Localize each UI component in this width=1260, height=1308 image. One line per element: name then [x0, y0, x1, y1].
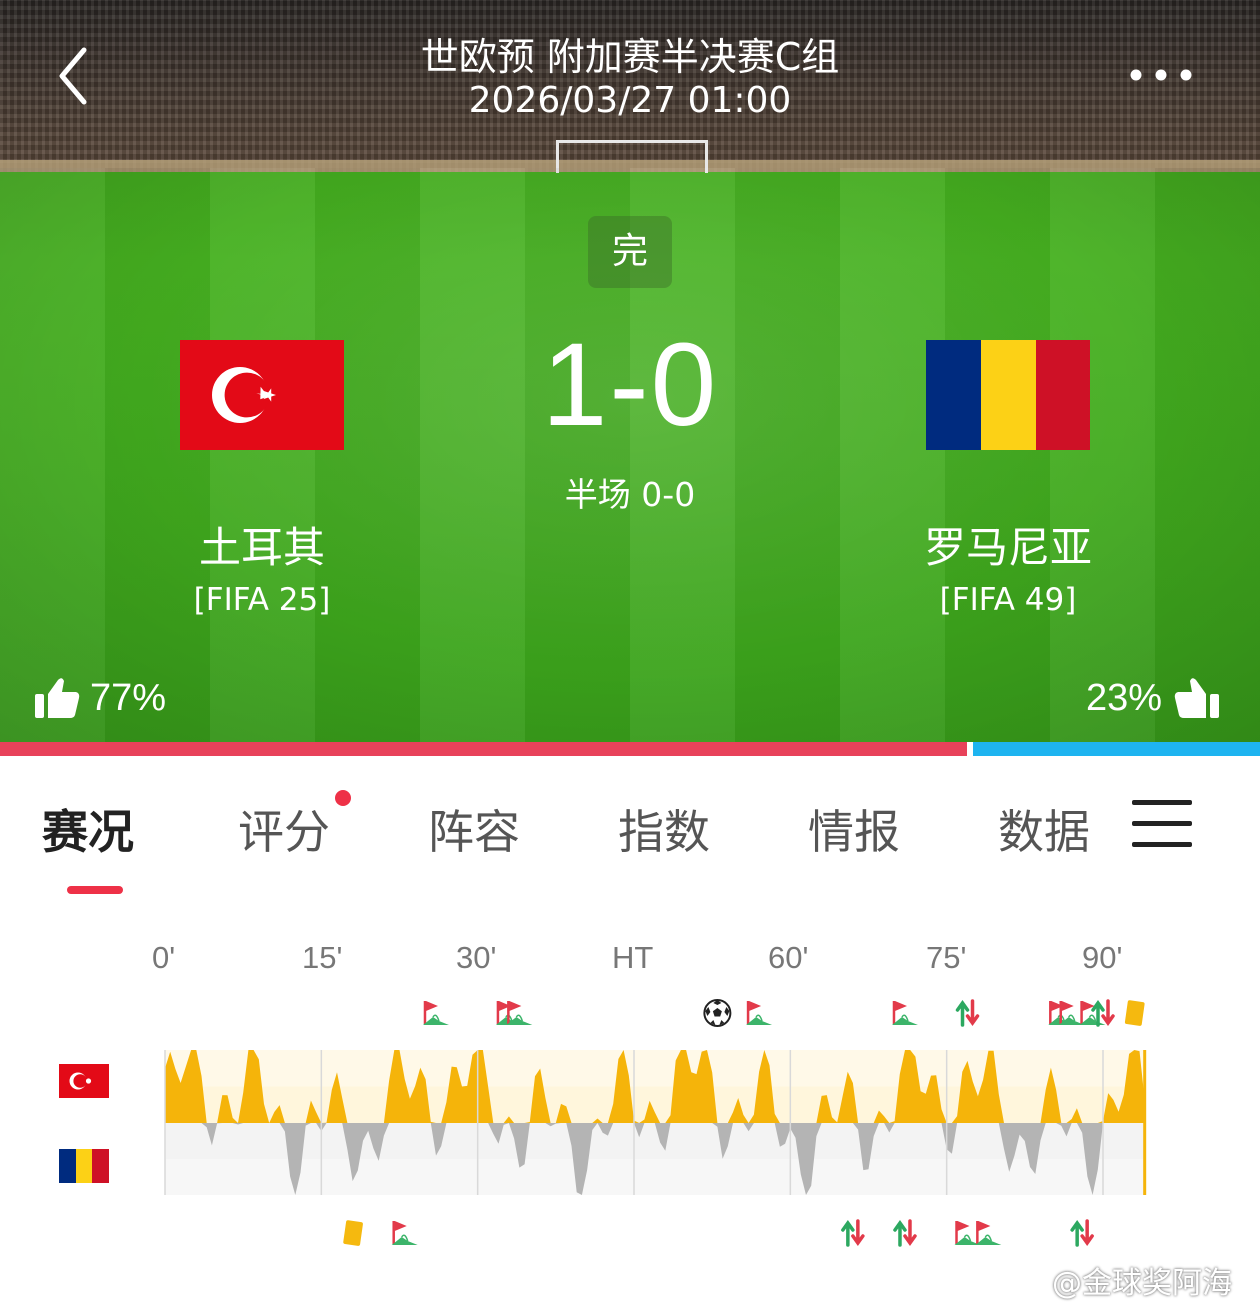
tick-label: 60': [768, 940, 809, 975]
chevron-left-icon: [59, 47, 87, 105]
tick-label: 90': [1082, 940, 1123, 975]
corner-icon[interactable]: [390, 1219, 419, 1247]
more-dots-icon: [1130, 69, 1192, 81]
watermark: @金球奖阿海: [1004, 1258, 1232, 1302]
thumbs-up-icon: [1174, 678, 1220, 718]
tab-lineup[interactable]: 阵容: [428, 796, 520, 862]
tab-odds[interactable]: 指数: [618, 796, 710, 862]
home-team-name[interactable]: 土耳其: [112, 514, 412, 575]
momentum-timeline[interactable]: [0, 990, 1260, 1250]
halftime-score: 半场 0-0: [564, 475, 696, 514]
tick-label: 15': [302, 940, 343, 975]
more-button[interactable]: [1126, 60, 1196, 90]
romania-flag-icon: [926, 340, 1090, 450]
substitution-icon[interactable]: [955, 999, 980, 1027]
status-badge: 完: [588, 216, 672, 288]
competition-title: 世欧预 附加赛半决赛C组: [420, 35, 840, 79]
vote-ratio-bar: [0, 742, 1260, 756]
corner-icon[interactable]: [1078, 999, 1107, 1027]
tab-live[interactable]: 赛况: [42, 796, 134, 862]
away-ratio-fill: [973, 742, 1260, 756]
thumbs-up-icon: [35, 678, 80, 718]
match-header: 世欧预 附加赛半决赛C组 2026/03/27 01:00 完 1-0 半场 0…: [0, 0, 1260, 742]
back-button[interactable]: [50, 44, 98, 108]
substitution-icon[interactable]: [893, 1219, 917, 1247]
corner-icon[interactable]: [974, 1219, 1003, 1247]
corner-icon[interactable]: [890, 999, 920, 1027]
home-vote[interactable]: 77%: [34, 676, 166, 720]
weibo-icon: [1004, 1266, 1046, 1297]
notification-dot: [335, 790, 351, 806]
corner-icon[interactable]: [744, 999, 774, 1027]
substitution-icon[interactable]: [1070, 1219, 1094, 1247]
active-tab-indicator: [67, 886, 123, 894]
away-vote-percent: 23%: [1086, 676, 1163, 719]
corner-icon[interactable]: [421, 999, 451, 1027]
tab-stats[interactable]: 数据: [998, 796, 1090, 862]
home-team-rank: [FIFA 25]: [193, 582, 331, 618]
tick-label: 30': [456, 940, 497, 975]
home-vote-percent: 77%: [90, 676, 167, 719]
turkey-flag-icon: [180, 340, 344, 450]
match-datetime: 2026/03/27 01:00: [468, 80, 792, 121]
away-team-rank: [FIFA 49]: [939, 582, 1077, 618]
menu-button[interactable]: [1132, 800, 1192, 850]
home-ratio-fill: [0, 742, 968, 756]
tab-rating[interactable]: 评分: [238, 796, 330, 862]
tab-intel[interactable]: 情报: [808, 796, 900, 862]
away-team-name[interactable]: 罗马尼亚: [858, 514, 1158, 575]
yellow-card-icon[interactable]: [1124, 1000, 1145, 1027]
tick-label: HT: [612, 940, 654, 975]
away-vote[interactable]: 23%: [1086, 676, 1220, 720]
tick-label: 75': [926, 940, 967, 975]
substitution-icon[interactable]: [841, 1219, 865, 1247]
tab-bar: 赛况 评分 阵容 指数 情报 数据: [0, 756, 1260, 906]
tick-label: 0': [152, 940, 176, 975]
score: 1-0: [541, 319, 719, 451]
goal-icon[interactable]: [703, 999, 732, 1027]
yellow-card-icon[interactable]: [343, 1220, 364, 1247]
